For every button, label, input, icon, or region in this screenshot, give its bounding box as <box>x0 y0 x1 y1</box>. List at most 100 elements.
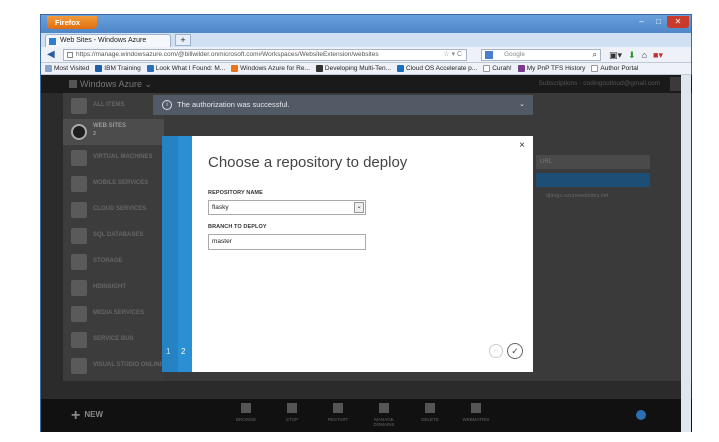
cloud-icon <box>71 202 87 218</box>
help-icon[interactable] <box>636 410 646 420</box>
bookmark-item[interactable]: Author Portal <box>591 65 638 72</box>
table-row[interactable] <box>536 173 650 187</box>
title-bar: Firefox – □ ✕ <box>41 15 691 33</box>
repository-value: flasky <box>212 204 229 211</box>
new-tab-button[interactable]: + <box>175 34 191 46</box>
bookmark-icon <box>231 65 239 72</box>
bookmark-item[interactable]: Developing Multi-Ten... <box>315 65 391 72</box>
notification-text: The authorization was successful. <box>177 100 290 109</box>
bookmark-item[interactable]: Curah! <box>483 65 512 72</box>
url-column-header[interactable]: URL <box>536 155 650 169</box>
stop-icon <box>287 403 297 413</box>
tab-title: Web Sites - Windows Azure <box>60 37 147 44</box>
websites-icon <box>71 124 87 140</box>
sidebar-item-service-bus[interactable]: SERVICE BUS <box>63 327 164 353</box>
chevron-down-icon[interactable]: ⌄ <box>354 202 364 213</box>
bookmark-item[interactable]: Windows Azure for Re... <box>231 65 310 72</box>
hdinsight-icon <box>71 280 87 296</box>
sidebar-item-sql-databases[interactable]: SQL DATABASES <box>63 223 164 249</box>
azure-logo[interactable]: Windows Azure ⌄ <box>69 79 152 90</box>
repository-select[interactable]: flasky ⌄ <box>208 200 366 215</box>
page-scrollbar[interactable] <box>681 75 691 432</box>
previous-arrow-icon[interactable]: ← <box>489 344 503 358</box>
page-menu-icon[interactable]: ▣▾ <box>609 49 622 61</box>
bookmark-icon <box>483 65 491 72</box>
table-row[interactable]: django.azurewebsites.net <box>546 193 608 199</box>
sidebar-item-hdinsight[interactable]: HDINSIGHT <box>63 275 164 301</box>
vm-icon <box>71 150 87 166</box>
grid-icon <box>71 98 87 114</box>
webmatrix-button[interactable]: WEBMATRIX <box>461 403 491 427</box>
url-bar[interactable]: https://manage.windowsazure.com/@billwil… <box>63 49 467 61</box>
delete-button[interactable]: DELETE <box>415 403 445 427</box>
sidebar-item-mobile-services[interactable]: MOBILE SERVICES <box>63 171 164 197</box>
portal-sidebar: ALL ITEMS WEB SITES 2 VIRTUAL MACHINES MO… <box>63 93 164 381</box>
servicebus-icon <box>71 332 87 348</box>
new-button[interactable]: + NEW <box>71 407 103 425</box>
sidebar-item-storage[interactable]: STORAGE <box>63 249 164 275</box>
vs-icon <box>71 358 87 374</box>
close-icon[interactable]: × <box>519 140 525 151</box>
bookmarks-bar: Most Visited IBM Training Look What I Fo… <box>41 63 691 75</box>
sidebar-item-all-items[interactable]: ALL ITEMS <box>63 93 164 119</box>
wizard-step-2[interactable]: 2 <box>181 347 185 356</box>
sidebar-item-visual-studio-online[interactable]: VISUAL STUDIO ONLINE <box>63 353 164 379</box>
portal-header: Windows Azure ⌄ Subscriptions · codingou… <box>41 75 692 93</box>
stop-button[interactable]: STOP <box>277 403 307 427</box>
site-identity-icon[interactable] <box>67 52 73 58</box>
browse-icon <box>241 403 251 413</box>
search-icon[interactable]: ⌕ <box>593 50 597 60</box>
firefox-menu-button[interactable]: Firefox <box>47 16 97 29</box>
bookmark-item[interactable]: My PnP TFS History <box>517 65 585 72</box>
database-icon <box>71 228 87 244</box>
domains-icon <box>379 403 389 413</box>
google-engine-icon[interactable] <box>485 51 493 59</box>
bookmark-star-icon[interactable]: ☆ ▾ C <box>443 50 462 60</box>
tab-web-sites[interactable]: Web Sites - Windows Azure <box>45 34 171 47</box>
deploy-dialog: × Choose a repository to deploy REPOSITO… <box>192 136 533 372</box>
addon-icon[interactable]: ■▾ <box>653 49 663 61</box>
sidebar-item-cloud-services[interactable]: CLOUD SERVICES <box>63 197 164 223</box>
url-text: https://manage.windowsazure.com/@billwil… <box>76 51 379 58</box>
bookmark-icon <box>517 65 525 72</box>
maximize-button[interactable]: □ <box>650 16 667 28</box>
subscription-info[interactable]: Subscriptions · codingoutloud@gmail.com <box>539 80 661 87</box>
bookmark-item[interactable]: Most Visited <box>45 65 89 72</box>
wizard-step-1[interactable]: 1 <box>166 347 170 356</box>
sidebar-item-virtual-machines[interactable]: VIRTUAL MACHINES <box>63 145 164 171</box>
browse-button[interactable]: BROWSE <box>231 403 261 427</box>
search-box[interactable]: Google ⌕ <box>481 49 601 61</box>
bookmark-icon <box>591 65 599 72</box>
bookmark-icon <box>146 65 154 72</box>
minimize-button[interactable]: – <box>633 16 650 28</box>
branch-label: BRANCH TO DEPLOY <box>208 224 267 230</box>
manage-domains-button[interactable]: MANAGE DOMAINS <box>369 403 399 427</box>
download-icon[interactable]: ⬇ <box>628 49 636 61</box>
home-icon[interactable]: ⌂ <box>642 49 647 61</box>
chevron-down-icon[interactable]: ⌄ <box>519 95 525 115</box>
wizard-steps: 1 2 <box>162 136 192 372</box>
webmatrix-icon <box>471 403 481 413</box>
close-window-button[interactable]: ✕ <box>667 16 689 28</box>
notification-bar: i The authorization was successful. ⌄ <box>153 95 533 115</box>
trash-icon <box>425 403 435 413</box>
bookmark-item[interactable]: Look What I Found: M... <box>146 65 225 72</box>
complete-check-icon[interactable]: ✓ <box>507 343 523 359</box>
mobile-icon <box>71 176 87 192</box>
media-icon <box>71 306 87 322</box>
back-arrow-icon[interactable]: ◀ <box>47 49 59 61</box>
azure-favicon-icon <box>49 38 56 45</box>
sidebar-item-web-sites[interactable]: WEB SITES 2 <box>63 119 164 145</box>
branch-input[interactable]: master <box>208 234 366 250</box>
bookmark-icon <box>45 65 52 72</box>
restart-button[interactable]: RESTART <box>323 403 353 427</box>
wizard-step-rail <box>162 136 178 372</box>
command-bar: + NEW BROWSE STOP RESTART MANAGE DOMAINS … <box>41 399 692 432</box>
repository-name-label: REPOSITORY NAME <box>208 190 263 196</box>
bookmark-icon <box>315 65 323 72</box>
dialog-title: Choose a repository to deploy <box>208 154 408 171</box>
bookmark-item[interactable]: IBM Training <box>95 65 141 72</box>
tab-strip: Web Sites - Windows Azure + <box>41 33 691 47</box>
bookmark-item[interactable]: Cloud OS Accelerate p... <box>397 65 477 72</box>
sidebar-item-media-services[interactable]: MEDIA SERVICES <box>63 301 164 327</box>
